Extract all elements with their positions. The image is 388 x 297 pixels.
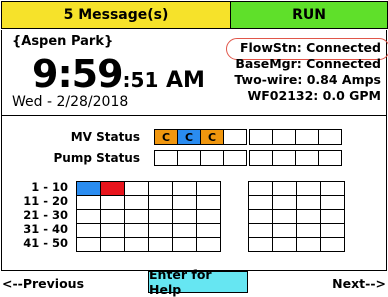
station-cell — [248, 209, 273, 224]
pump-status-cell — [249, 150, 273, 166]
header-bar: 5 Message(s) RUN — [0, 0, 388, 30]
station-cell — [76, 237, 101, 252]
station-cell — [248, 195, 273, 210]
pump-status-cell — [295, 150, 319, 166]
pump-status-cell — [223, 150, 247, 166]
station-row-label: 11 - 20 — [23, 194, 68, 208]
station-cell — [124, 237, 149, 252]
station-cell — [124, 195, 149, 210]
station-cell — [76, 223, 101, 238]
station-cell — [320, 223, 345, 238]
station-cell — [296, 195, 321, 210]
clock-seconds: :51 — [122, 68, 159, 92]
pump-status-cell — [200, 150, 224, 166]
station-cell — [172, 195, 197, 210]
controller-screen: 5 Message(s) RUN {Aspen Park} 9:59:51 AM… — [0, 0, 388, 297]
date-display: Wed - 2/28/2018 — [12, 94, 129, 110]
station-cell — [248, 181, 273, 196]
station-cell — [296, 209, 321, 224]
station-cell — [196, 195, 221, 210]
previous-link[interactable]: <--Previous — [2, 276, 84, 291]
help-button[interactable]: Enter for Help — [148, 267, 248, 297]
station-cell — [296, 181, 321, 196]
station-cell — [148, 195, 173, 210]
pump-status-cell — [318, 150, 342, 166]
two-wire-status: Two-wire: 0.84 Amps — [234, 72, 381, 87]
station-cell — [172, 237, 197, 252]
station-cell — [148, 209, 173, 224]
station-cell — [196, 181, 221, 196]
station-cell — [320, 181, 345, 196]
connection-status: FlowStn: Connected BaseMgr: Connected Tw… — [234, 40, 381, 104]
station-cell — [172, 181, 197, 196]
station-cell — [124, 181, 149, 196]
clock-ampm: AM — [158, 68, 205, 93]
station-cell — [272, 223, 297, 238]
pump-status-label: Pump Status — [53, 151, 140, 165]
mv-status-cell: C — [177, 129, 201, 145]
pump-status-cell — [272, 150, 296, 166]
station-cell — [272, 209, 297, 224]
station-cell — [196, 209, 221, 224]
station-cell — [76, 209, 101, 224]
station-cell — [272, 237, 297, 252]
info-panel: {Aspen Park} 9:59:51 AM Wed - 2/28/2018 … — [1, 30, 388, 116]
messages-button[interactable]: 5 Message(s) — [1, 1, 231, 29]
station-cell — [248, 223, 273, 238]
station-cell — [196, 223, 221, 238]
station-row-label: 21 - 30 — [23, 208, 68, 222]
flowstn-status: FlowStn: Connected — [239, 40, 381, 55]
mv-status-cell — [295, 129, 319, 145]
station-cell — [272, 181, 297, 196]
station-cell — [100, 181, 125, 196]
pump-status-cell — [177, 150, 201, 166]
footer-bar: <--Previous Enter for Help Next--> — [0, 267, 388, 297]
clock-hour-minute: 9:59 — [32, 52, 124, 96]
mv-status-label: MV Status — [70, 130, 140, 144]
run-status-indicator: RUN — [230, 1, 388, 29]
mv-status-cell — [318, 129, 342, 145]
station-cell — [124, 223, 149, 238]
pump-status-cell — [154, 150, 178, 166]
site-name: {Aspen Park} — [12, 34, 114, 49]
mv-status-cell — [249, 129, 273, 145]
station-cell — [76, 181, 101, 196]
station-cell — [124, 209, 149, 224]
mv-status-cell: C — [200, 129, 224, 145]
station-cell — [248, 237, 273, 252]
station-cell — [100, 195, 125, 210]
status-grid-panel: MV Status Pump Status CCC1 - 10 11 - 20 21… — [1, 116, 387, 271]
mv-status-cell: C — [154, 129, 178, 145]
station-cell — [100, 223, 125, 238]
station-row-label: 1 - 10 — [31, 180, 68, 194]
mv-status-cell — [223, 129, 247, 145]
flow-rate-status: WF02132: 0.0 GPM — [247, 88, 381, 103]
station-cell — [172, 209, 197, 224]
station-cell — [100, 209, 125, 224]
next-link[interactable]: Next--> — [332, 276, 386, 291]
station-row-label: 41 - 50 — [23, 236, 68, 250]
station-cell — [320, 209, 345, 224]
station-cell — [148, 223, 173, 238]
station-cell — [172, 223, 197, 238]
station-cell — [100, 237, 125, 252]
station-cell — [320, 237, 345, 252]
basemgr-status: BaseMgr: Connected — [235, 56, 381, 71]
station-cell — [196, 237, 221, 252]
station-cell — [320, 195, 345, 210]
mv-status-cell — [272, 129, 296, 145]
station-cell — [296, 237, 321, 252]
station-cell — [148, 181, 173, 196]
station-row-label: 31 - 40 — [23, 222, 68, 236]
station-cell — [148, 237, 173, 252]
station-cell — [296, 223, 321, 238]
station-cell — [272, 195, 297, 210]
station-cell — [76, 195, 101, 210]
